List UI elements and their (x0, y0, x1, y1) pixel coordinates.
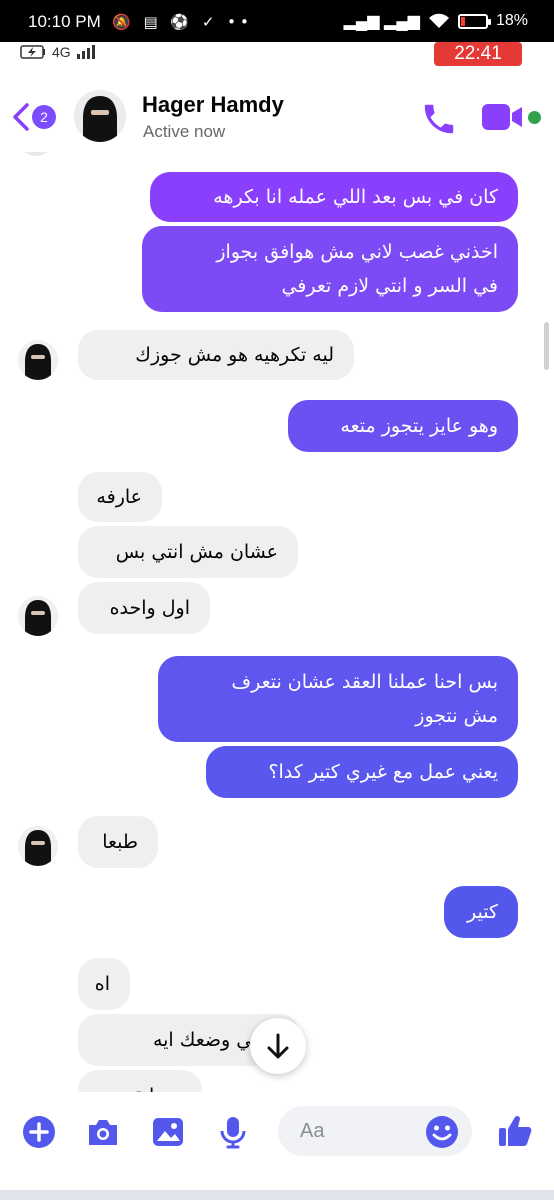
message-list[interactable]: كان في بس بعد اللي عمله انا بكرهه اخذني غ… (0, 152, 554, 1092)
unread-count-badge: 2 (32, 105, 56, 129)
status-right: ▂▄▆ ▂▄▆ 18% (344, 11, 528, 31)
charging-icon (20, 45, 45, 59)
sent-message-bubble[interactable]: يعني عمل مع غيري كتير كدا؟ (206, 746, 518, 798)
veiled-avatar-icon (18, 340, 58, 380)
sent-message-bubble[interactable]: كان في بس بعد اللي عمله انا بكرهه (150, 172, 518, 222)
received-message-bubble[interactable]: حد ابقى (78, 1070, 202, 1092)
voice-button[interactable] (215, 1114, 251, 1150)
partial-avatar (18, 152, 54, 156)
received-message-bubble[interactable]: اه (78, 958, 130, 1010)
contact-name[interactable]: Hager Hamdy (142, 92, 284, 118)
received-message-bubble[interactable]: اول واحده (78, 582, 210, 634)
scrollbar[interactable] (544, 322, 549, 370)
sender-avatar[interactable] (18, 340, 58, 380)
received-message-bubble[interactable]: ليه تكرهيه هو مش جوزك (78, 330, 354, 380)
video-camera-icon (482, 104, 522, 130)
sub-status-bar: 4G 22:41 (0, 42, 554, 66)
like-icon (499, 1115, 532, 1146)
sender-avatar[interactable] (18, 826, 58, 866)
camera-icon (89, 1120, 117, 1145)
like-button[interactable] (496, 1112, 532, 1148)
back-icon (13, 103, 29, 131)
sent-message-bubble[interactable]: اخذني غصب لاني مش هوافق بجواز في السر و … (142, 226, 518, 312)
battery-percent: 18% (495, 12, 528, 29)
network-type: 4G (52, 44, 71, 60)
battery-icon (457, 13, 491, 29)
notification-icons: 🔕 ▤ ⚽ ✓ •• (112, 13, 253, 31)
conversation-header: 2 Hager Hamdy Active now (0, 66, 554, 152)
contact-avatar[interactable] (74, 90, 126, 142)
sent-message-bubble[interactable]: كتير (444, 886, 518, 938)
veiled-avatar-icon (74, 90, 126, 142)
status-time: 10:10 PM (28, 12, 101, 31)
received-message-bubble[interactable]: طبعا (78, 816, 158, 868)
wifi-icon (428, 13, 449, 28)
more-actions-button[interactable] (21, 1114, 57, 1150)
camera-button[interactable] (85, 1114, 121, 1150)
audio-call-button[interactable] (420, 100, 458, 138)
plus-icon (23, 1116, 55, 1148)
gallery-icon (153, 1118, 183, 1146)
phone-icon (424, 104, 454, 134)
mobile-signal-icon (76, 45, 95, 59)
contact-status: Active now (143, 122, 226, 141)
gallery-button[interactable] (150, 1114, 186, 1150)
scroll-to-bottom-button[interactable] (250, 1018, 306, 1074)
sender-avatar[interactable] (18, 596, 58, 636)
sent-message-bubble[interactable]: بس احنا عملنا العقد عشان نتعرف مش نتجوز (158, 656, 518, 742)
keyboard-edge (0, 1190, 554, 1200)
received-message-bubble[interactable]: عارفه (78, 472, 162, 522)
scroll-down-icon (267, 1033, 289, 1059)
back-button[interactable]: 2 (12, 102, 60, 132)
emoji-button[interactable] (424, 1114, 460, 1150)
veiled-avatar-icon (18, 826, 58, 866)
video-call-button[interactable] (482, 102, 524, 132)
microphone-icon (220, 1117, 246, 1149)
sent-message-bubble[interactable]: وهو عايز يتجوز متعه (288, 400, 518, 452)
veiled-avatar-icon (18, 596, 58, 636)
signal-icon: ▂▄▆ ▂▄▆ (343, 13, 420, 30)
call-timer[interactable]: 22:41 (434, 42, 522, 66)
network-status: 4G (20, 44, 95, 60)
received-message-bubble[interactable]: عشان مش انتي بس (78, 526, 298, 578)
emoji-icon (426, 1116, 458, 1148)
active-status-dot (528, 111, 541, 124)
status-bar: 10:10 PM 🔕 ▤ ⚽ ✓ •• ▂▄▆ ▂▄▆ 18% (0, 0, 554, 42)
message-composer (0, 1092, 554, 1172)
